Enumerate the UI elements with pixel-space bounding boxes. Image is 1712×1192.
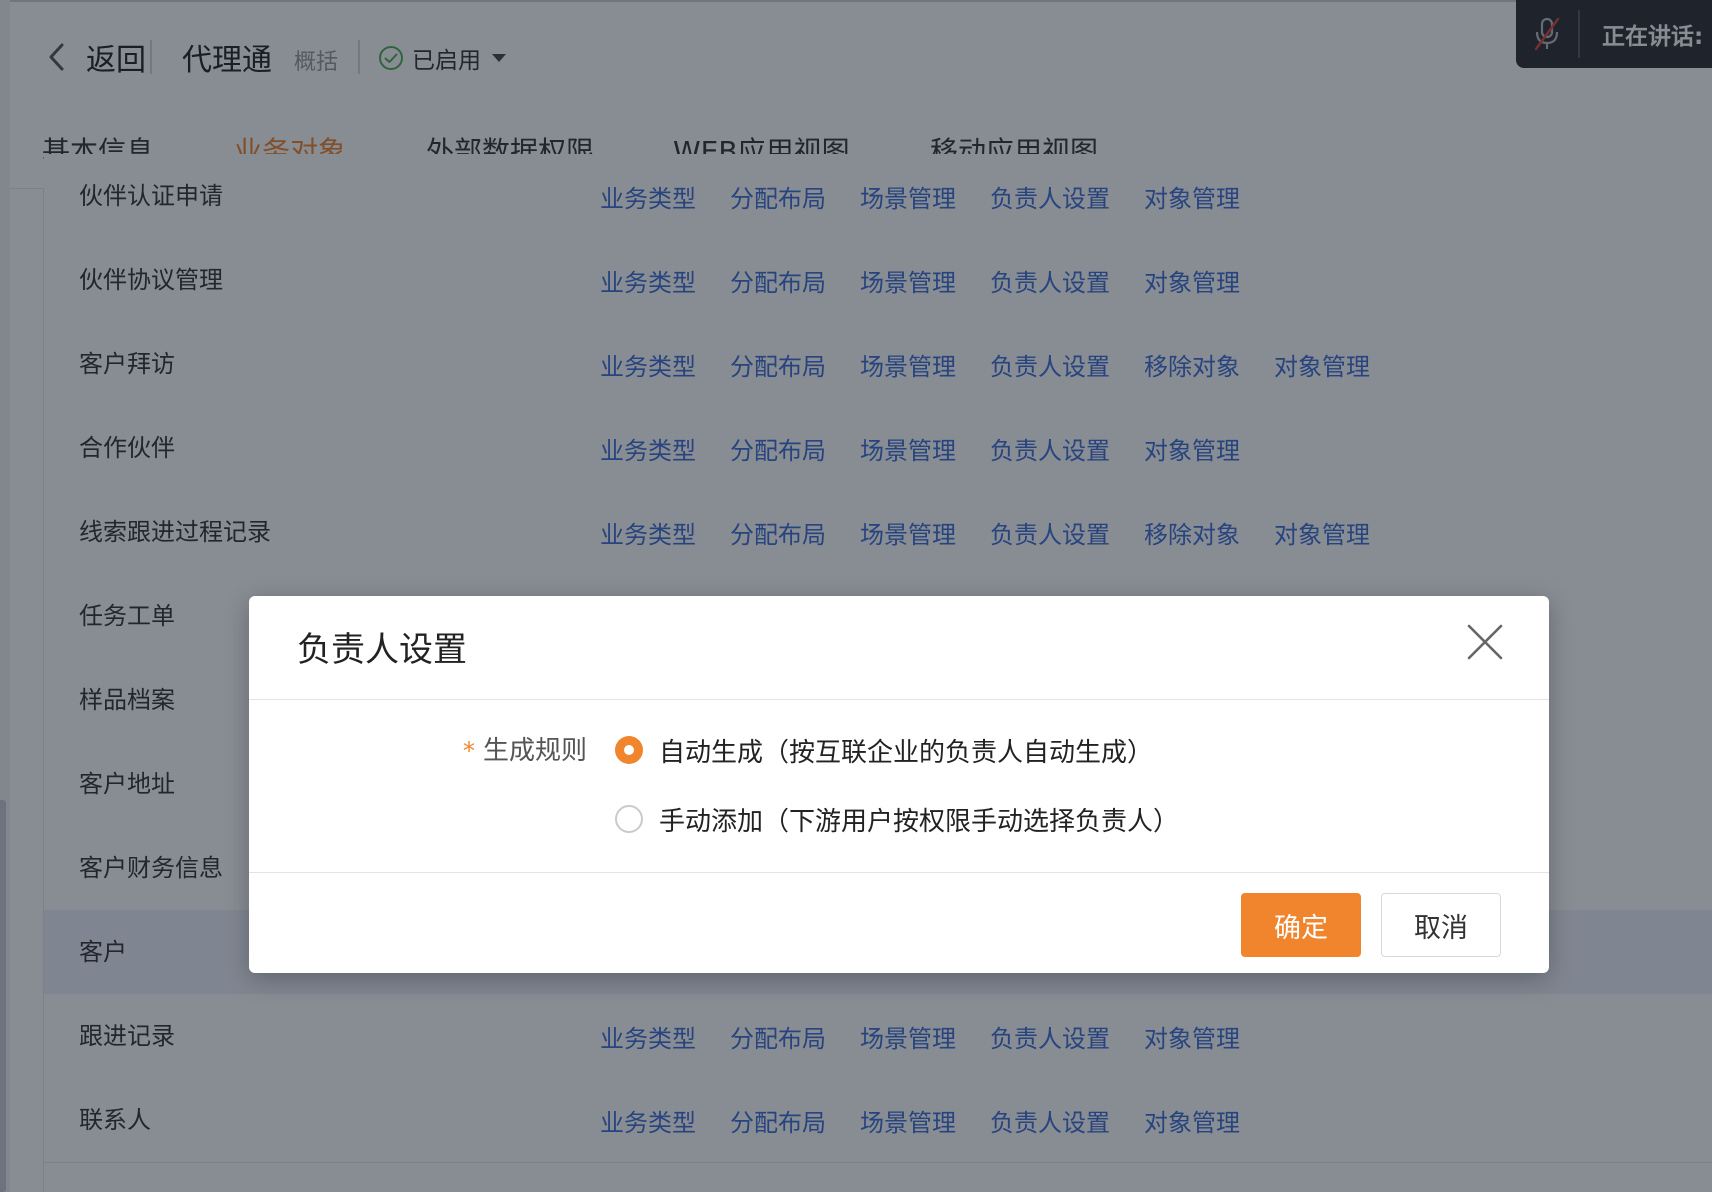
required-mark: * — [463, 737, 475, 765]
divider — [249, 699, 1549, 700]
confirm-button[interactable]: 确定 — [1241, 893, 1361, 957]
dialog-title: 负责人设置 — [297, 630, 467, 670]
radio-button[interactable] — [615, 805, 643, 833]
owner-settings-dialog: 负责人设置 * 生成规则 自动生成（按互联企业的负责人自动生成） 手动添加（下游用… — [249, 596, 1549, 973]
radio-auto-generate[interactable]: 自动生成（按互联企业的负责人自动生成） — [615, 728, 1153, 772]
close-icon[interactable] — [1465, 622, 1505, 662]
radio-label: 手动添加（下游用户按权限手动选择负责人） — [659, 806, 1180, 837]
radio-button-checked[interactable] — [615, 736, 643, 764]
radio-label: 自动生成（按互联企业的负责人自动生成） — [659, 737, 1154, 768]
generation-rule-label: * 生成规则 — [463, 730, 587, 767]
radio-manual-add[interactable]: 手动添加（下游用户按权限手动选择负责人） — [615, 797, 1179, 841]
cancel-button[interactable]: 取消 — [1381, 893, 1501, 957]
field-label-text: 生成规则 — [483, 736, 588, 766]
divider — [249, 872, 1549, 873]
